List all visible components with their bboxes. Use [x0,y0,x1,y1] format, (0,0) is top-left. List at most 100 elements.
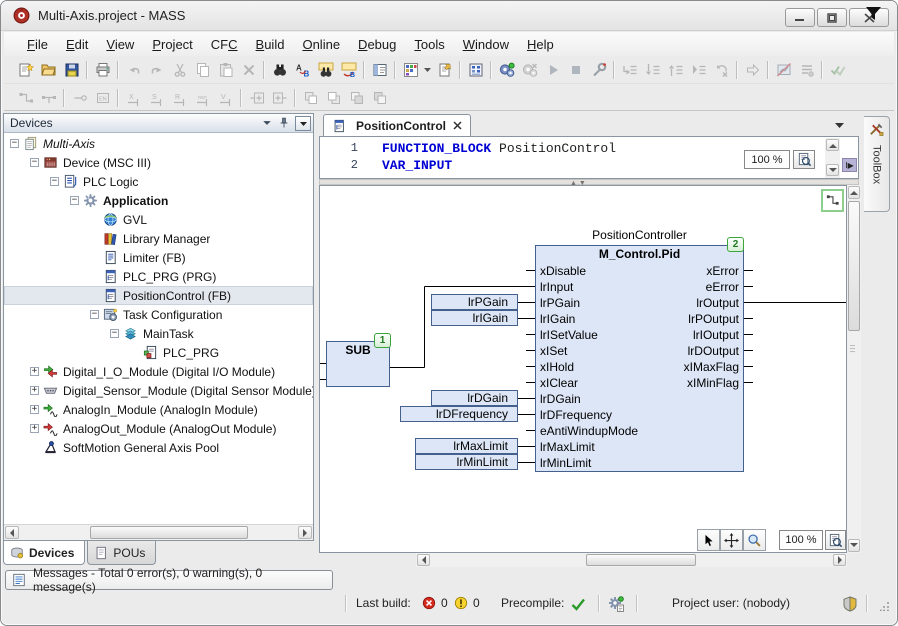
cfc-add-output-button[interactable] [268,87,291,109]
input-pin-lrMaxLimit[interactable]: lrMaxLimit [540,439,595,455]
collapse-box[interactable]: − [10,139,19,148]
collapse-box[interactable]: − [90,310,99,319]
zoom-tool-button[interactable] [743,529,766,551]
menu-online[interactable]: Online [293,34,349,55]
diagram-zoom-value[interactable]: 100 % [779,530,823,550]
diagram-hscrollbar[interactable] [416,553,847,567]
scroll-right-icon[interactable] [833,554,846,566]
pan-tool-button[interactable] [720,529,743,551]
resize-grip[interactable] [880,600,890,614]
minimize-button[interactable] [785,8,815,27]
menu-project[interactable]: Project [143,34,201,55]
input-pin-lrDFrequency[interactable]: lrDFrequency [540,407,612,423]
tree-item-plc-logic[interactable]: −PLC Logic [4,172,313,191]
panel-pin-icon[interactable] [275,116,292,131]
online-tools-button[interactable] [587,59,610,81]
menu-edit[interactable]: Edit [57,34,97,55]
expand-box[interactable]: + [30,405,39,414]
tree-item-application[interactable]: −Application [4,191,313,210]
scroll-thumb[interactable] [90,526,248,539]
scroll-down-icon[interactable] [826,164,839,176]
step-into-button[interactable] [641,59,664,81]
expand-box[interactable]: + [30,367,39,376]
cfc-route-button[interactable] [14,87,37,109]
panel-tab-devices[interactable]: Devices [3,541,85,565]
cfc-add-input-button[interactable] [245,87,268,109]
find-button[interactable] [268,59,291,81]
new-project-button[interactable] [14,59,37,81]
output-pin-lrIOutput[interactable]: lrIOutput [693,327,739,343]
build-button[interactable] [464,59,487,81]
title-bar[interactable]: Multi-Axis.project - MASS [1,1,897,31]
replace-button[interactable]: AB [291,59,314,81]
cfc-order-back-button[interactable] [322,87,345,109]
cfc-branch-button[interactable] [37,87,60,109]
expand-box[interactable]: + [30,386,39,395]
input-pin-lrPGain[interactable]: lrPGain [540,295,580,311]
cfc-pin-S-button[interactable]: S [145,87,168,109]
undo-button[interactable] [122,59,145,81]
cfc-order-up-button[interactable] [345,87,368,109]
menu-cfc[interactable]: CFC [202,34,247,55]
print-button[interactable] [91,59,114,81]
tree-item-multi-axis[interactable]: −Multi-Axis [4,134,313,153]
new-object-button[interactable] [433,59,456,81]
toolbox-tab[interactable]: ToolBox [864,116,890,212]
insert-object-button[interactable] [399,59,422,81]
output-pin-lrDOutput[interactable]: lrDOutput [688,343,739,359]
monitoring-button[interactable] [772,59,795,81]
scroll-down-icon[interactable] [848,539,860,552]
cfc-order-front-button[interactable] [299,87,322,109]
scroll-up-icon[interactable] [848,186,860,199]
input-pin-lrInput[interactable]: lrInput [540,279,573,295]
watch-list-button[interactable] [795,59,818,81]
source-box-lrIGain[interactable]: lrIGain [431,310,518,326]
paste-button[interactable] [214,59,237,81]
step-over-button[interactable] [618,59,641,81]
login-button[interactable] [495,59,518,81]
collapse-box[interactable]: − [50,177,59,186]
input-pin-eAntiWindupMode[interactable]: eAntiWindupMode [540,423,638,439]
tree-item-analogin-module-analogin-module[interactable]: +AnalogIn_Module (AnalogIn Module) [4,400,313,419]
input-pin-lrMinLimit[interactable]: lrMinLimit [540,455,591,471]
step-out-button[interactable] [664,59,687,81]
properties-button[interactable] [368,59,391,81]
tree-item-analogout-module-analogout-module[interactable]: +AnalogOut_Module (AnalogOut Module) [4,419,313,438]
recheck-all-button[interactable] [826,59,849,81]
messages-bar[interactable]: Messages - Total 0 error(s), 0 warning(s… [5,570,333,590]
declaration-editor[interactable]: 1FUNCTION_BLOCK PositionControl2VAR_INPU… [319,136,859,179]
diagram-zoom-page-icon[interactable] [825,530,846,550]
replace-in-project-button[interactable]: B [337,59,360,81]
cut-button[interactable] [168,59,191,81]
input-pin-xISet[interactable]: xISet [540,343,567,359]
stop-button[interactable] [564,59,587,81]
cfc-negate-button[interactable] [68,87,91,109]
diagram-vscrollbar[interactable]: ─── [847,185,861,553]
output-pin-lrOutput[interactable]: lrOutput [696,295,739,311]
cfc-pin-R-button[interactable]: R [168,87,191,109]
output-pin-lrPOutput[interactable]: lrPOutput [688,311,739,327]
editor-zoom-value[interactable]: 100 % [744,150,790,169]
shield-icon[interactable] [842,596,858,612]
find-in-project-button[interactable] [314,59,337,81]
tab-list-dropdown-icon[interactable] [834,119,845,133]
tree-item-plc-prg-prg[interactable]: PLC_PRG (PRG) [4,267,313,286]
panel-dropdown-icon[interactable] [258,116,275,131]
collapse-box[interactable]: − [30,158,39,167]
split-editor-button[interactable]: I▶ [842,158,857,172]
source-box-lrMaxLimit[interactable]: lrMaxLimit [415,438,518,454]
input-pin-xIClear[interactable]: xIClear [540,375,578,391]
run-to-cursor-button[interactable] [687,59,710,81]
tree-item-library-manager[interactable]: Library Manager [4,229,313,248]
collapse-box[interactable]: − [110,329,119,338]
menu-view[interactable]: View [97,34,143,55]
tree-item-digital-sensor-module-digital-sensor-module[interactable]: +Digital_Sensor_Module (Digital Sensor M… [4,381,313,400]
redo-button[interactable] [145,59,168,81]
force-values-button[interactable] [741,59,764,81]
cfc-en-eno-button[interactable]: EN [91,87,114,109]
devices-hscrollbar[interactable] [4,524,313,540]
output-pin-xIMinFlag[interactable]: xIMinFlag [687,375,739,391]
source-box-lrDGain[interactable]: lrDGain [431,390,518,406]
root-combo-button[interactable] [295,116,311,131]
scroll-thumb[interactable] [848,201,860,331]
